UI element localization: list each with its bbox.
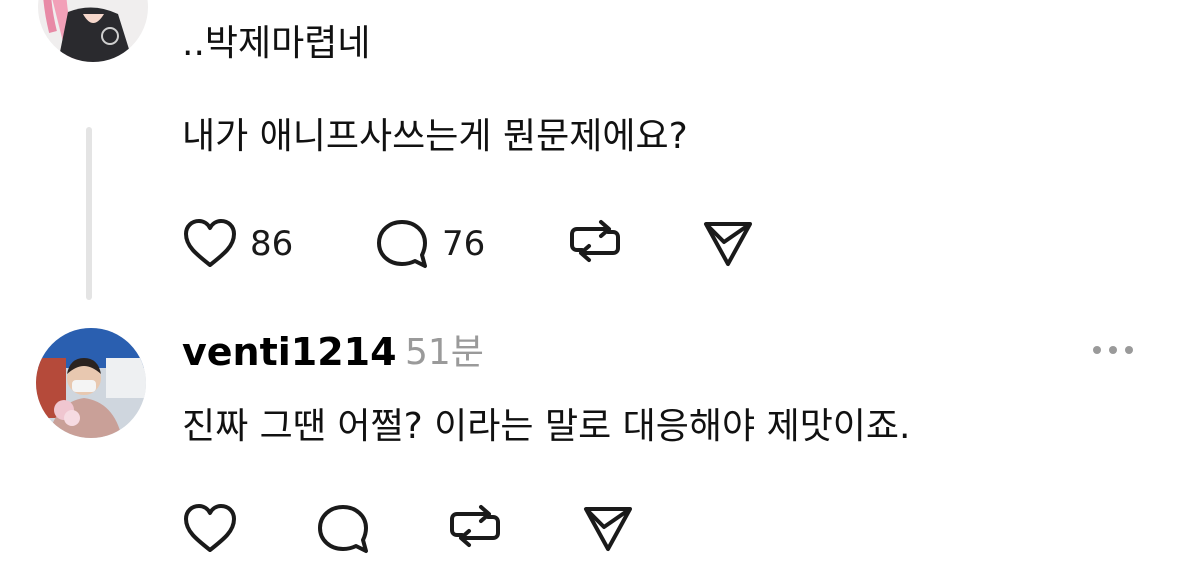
thread-connector-line — [86, 127, 92, 300]
speech-bubble-icon — [377, 220, 427, 268]
share-button[interactable] — [702, 218, 754, 268]
avatar-top[interactable] — [38, 0, 148, 62]
share-button[interactable] — [582, 503, 634, 553]
like-count: 86 — [250, 224, 294, 264]
comment-button[interactable] — [315, 503, 371, 555]
speech-bubble-icon — [318, 505, 368, 553]
send-icon — [584, 507, 632, 551]
repost-icon — [450, 505, 500, 547]
comment-button[interactable]: 76 — [374, 218, 485, 270]
thread-view: ..박제마렵네 내가 애니프사쓰는게 뭔문제에요? 86 76 venti121… — [0, 0, 1179, 583]
post-body-text: 진짜 그땐 어쩔? 이라는 말로 대응해야 제맛이죠. — [182, 406, 911, 447]
repost-icon — [570, 220, 620, 262]
more-options-button[interactable] — [1090, 340, 1136, 360]
heart-icon — [184, 219, 236, 267]
like-button[interactable]: 86 — [182, 218, 293, 270]
reply-text: ..박제마렵네 — [182, 23, 371, 64]
more-horizontal-icon — [1093, 346, 1133, 354]
send-icon — [704, 222, 752, 266]
post-timestamp: 51분 — [405, 332, 484, 373]
heart-icon — [184, 504, 236, 552]
profile-photo — [36, 328, 146, 438]
username[interactable]: venti1214 — [182, 327, 397, 377]
repost-button[interactable] — [568, 214, 622, 268]
repost-button[interactable] — [448, 499, 502, 553]
like-button[interactable] — [182, 503, 238, 555]
avatar-venti1214[interactable] — [36, 328, 146, 438]
anime-avatar-image — [38, 0, 148, 62]
post-body-text: 내가 애니프사쓰는게 뭔문제에요? — [182, 116, 688, 157]
comment-count: 76 — [442, 224, 486, 264]
